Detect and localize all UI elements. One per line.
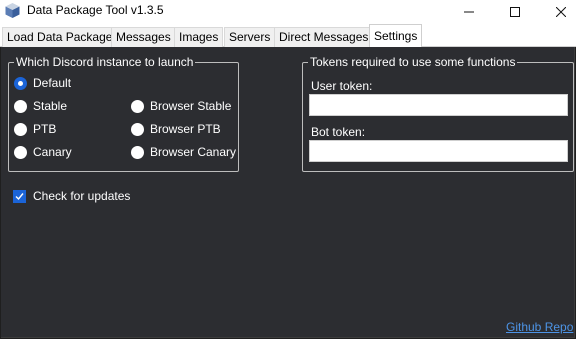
radio-browser-stable[interactable]: Browser Stable	[131, 98, 231, 114]
minimize-icon	[464, 11, 474, 13]
radio-indicator	[14, 76, 27, 90]
check-updates-label: Check for updates	[33, 189, 131, 203]
close-button[interactable]	[538, 0, 576, 24]
close-icon	[556, 7, 566, 17]
user-token-input[interactable]	[309, 94, 568, 116]
tab-load-data-package[interactable]: Load Data Package	[2, 27, 118, 47]
radio-indicator	[14, 122, 27, 136]
radio-label: Browser Stable	[150, 99, 232, 113]
radio-stable[interactable]: Stable	[14, 98, 67, 114]
tab-servers[interactable]: Servers	[224, 27, 276, 47]
title-bar: Data Package Tool v1.3.5	[0, 0, 576, 24]
tab-messages[interactable]: Messages	[111, 27, 176, 47]
user-token-label: User token:	[311, 79, 373, 93]
radio-label: PTB	[33, 122, 57, 136]
radio-indicator	[131, 99, 144, 113]
instance-group: Which Discord instance to launch Default…	[8, 55, 239, 172]
checkbox-indicator	[13, 189, 26, 203]
radio-browser-canary[interactable]: Browser Canary	[131, 144, 236, 160]
tokens-group-title: Tokens required to use some functions	[308, 55, 518, 69]
radio-label: Default	[33, 76, 72, 90]
window-title: Data Package Tool v1.3.5	[27, 3, 164, 17]
bot-token-label: Bot token:	[311, 125, 366, 139]
radio-indicator	[14, 99, 27, 113]
radio-canary[interactable]: Canary	[14, 144, 72, 160]
radio-label: Browser Canary	[150, 145, 237, 159]
radio-indicator	[131, 145, 144, 159]
bot-token-input[interactable]	[309, 140, 568, 162]
settings-panel: Which Discord instance to launch Default…	[1, 47, 575, 338]
radio-indicator	[14, 145, 27, 159]
radio-default[interactable]: Default	[14, 75, 71, 91]
tab-direct-messages[interactable]: Direct Messages	[274, 27, 374, 47]
github-repo-link[interactable]: Github Repo	[506, 320, 573, 334]
check-updates-checkbox[interactable]: Check for updates	[13, 189, 130, 203]
tab-images[interactable]: Images	[174, 27, 224, 47]
minimize-button[interactable]	[446, 0, 492, 24]
radio-browser-ptb[interactable]: Browser PTB	[131, 121, 221, 137]
maximize-button[interactable]	[492, 0, 538, 24]
checkmark-icon	[15, 192, 24, 200]
radio-indicator	[131, 122, 144, 136]
radio-label: Browser PTB	[150, 122, 221, 136]
radio-label: Stable	[33, 99, 68, 113]
app-cube-icon	[5, 3, 20, 18]
radio-ptb[interactable]: PTB	[14, 121, 56, 137]
maximize-icon	[510, 7, 520, 17]
tokens-group: Tokens required to use some functions Us…	[302, 55, 574, 172]
tab-strip: Load Data Package Messages Images Server…	[0, 24, 576, 47]
tab-settings[interactable]: Settings	[369, 24, 423, 47]
instance-group-title: Which Discord instance to launch	[14, 55, 196, 69]
radio-label: Canary	[33, 145, 72, 159]
